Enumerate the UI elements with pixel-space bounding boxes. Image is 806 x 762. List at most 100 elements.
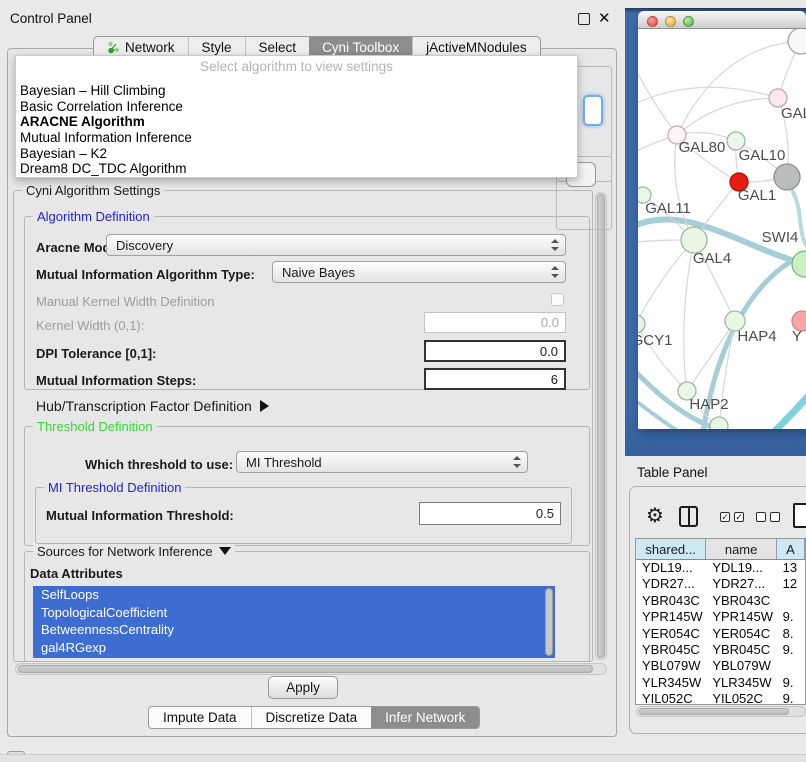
table-cell: 8.	[777, 626, 805, 642]
mi-threshold-value: 0.5	[536, 506, 554, 521]
mi-steps-label: Mutual Information Steps:	[36, 373, 196, 388]
table-row[interactable]: YER054CYER054C8.	[636, 626, 805, 642]
table-cell: YER054C	[706, 626, 776, 642]
table-row[interactable]: YBR043CYBR043C	[636, 593, 805, 609]
document-icon[interactable]	[793, 503, 806, 528]
node-table[interactable]: shared...nameA YDL19...YDL19...13YDR27..…	[635, 538, 806, 705]
table-row[interactable]: YBR045CYBR045C9.	[636, 642, 805, 658]
bottom-tab-discretize-data[interactable]: Discretize Data	[251, 707, 372, 728]
network-node-gcy1[interactable]	[638, 315, 645, 333]
table-cell: YPR145W	[636, 609, 706, 625]
algorithm-option-mutual-information-inference[interactable]: Mutual Information Inference	[18, 130, 575, 146]
checkbox-unchecked-icon[interactable]	[756, 512, 766, 522]
table-cell: YDR27...	[636, 576, 706, 592]
bottom-tab-infer-network[interactable]: Infer Network	[371, 707, 479, 728]
sources-group-title[interactable]: Sources for Network Inference	[33, 544, 235, 559]
apply-button[interactable]: Apply	[268, 676, 338, 699]
column-layout-icon[interactable]	[679, 506, 698, 527]
attributes-scrollbar[interactable]	[545, 588, 553, 656]
table-row[interactable]: YIL052CYIL052C9.	[636, 691, 805, 705]
node-label-hap4: HAP4	[737, 328, 776, 345]
table-header-row: shared...nameA	[636, 539, 805, 560]
table-cell: YBR045C	[636, 642, 706, 658]
table-row[interactable]: YDL19...YDL19...13	[636, 560, 805, 576]
table-cell: YIL052C	[706, 691, 776, 705]
algorithm-option-basic-correlation-inference[interactable]: Basic Correlation Inference	[18, 99, 575, 115]
node-label-gal10: GAL10	[739, 147, 786, 164]
mi-threshold-field[interactable]: 0.5	[419, 502, 561, 525]
mi-steps-field[interactable]: 6	[424, 368, 566, 390]
table-cell: YBL079W	[636, 658, 706, 674]
control-panel-title: Control Panel	[10, 11, 92, 26]
column-header-name[interactable]: name	[706, 539, 776, 559]
table-row[interactable]: YLR345WYLR345W9.	[636, 675, 805, 691]
which-threshold-value: MI Threshold	[246, 455, 322, 470]
manual-kernel-checkbox[interactable]	[551, 293, 564, 306]
which-threshold-select[interactable]: MI Threshold	[236, 451, 528, 473]
combo-arrows-icon	[550, 266, 559, 278]
attribute-item-betweennesscentrality[interactable]: BetweennessCentrality	[33, 621, 555, 639]
focused-spinner-fragment[interactable]	[583, 95, 603, 126]
attribute-item-selfloops[interactable]: SelfLoops	[33, 586, 555, 604]
node-label-hap2: HAP2	[689, 396, 728, 413]
aracne-mode-select[interactable]: Discovery	[106, 234, 566, 256]
table-cell: YBL079W	[706, 658, 776, 674]
close-icon[interactable]: ✕	[598, 9, 611, 27]
combo-arrows-icon	[550, 239, 559, 251]
dpi-tolerance-field[interactable]: 0.0	[424, 340, 566, 362]
node-label-gal: GAL	[781, 105, 806, 122]
table-cell: YDR27...	[706, 576, 776, 592]
table-row[interactable]: YPR145WYPR145W9.	[636, 609, 805, 625]
checkbox-checked-icon[interactable]: ✓	[720, 512, 730, 522]
dpi-tolerance-label: DPI Tolerance [0,1]:	[36, 346, 156, 361]
float-window-icon[interactable]	[578, 13, 590, 25]
table-horizontal-scrollbar[interactable]	[636, 706, 806, 717]
settings-horizontal-scrollbar[interactable]	[15, 663, 607, 675]
mi-type-value: Naive Bayes	[282, 265, 355, 280]
network-node-swi4[interactable]	[792, 251, 806, 277]
network-node[interactable]	[788, 29, 806, 54]
table-cell: YBR043C	[706, 593, 776, 609]
screenshot-root: Control Panel ✕ NetworkStyleSelectCyni T…	[0, 0, 806, 762]
network-canvas[interactable]: GALGAL80GAL10GAL1GAL11GAL4SWI4HAP4YGCY1H…	[638, 29, 806, 429]
mi-type-label: Mutual Information Algorithm Type:	[36, 267, 255, 282]
table-cell: 9.	[777, 642, 805, 658]
attribute-item-gal4rgexp[interactable]: gal4RGexp	[33, 639, 555, 657]
node-label-gal11: GAL11	[645, 200, 691, 217]
mac-zoom-icon[interactable]	[683, 16, 694, 27]
kernel-width-field[interactable]: 0.0	[424, 312, 566, 333]
algorithm-definition-title: Algorithm Definition	[33, 209, 154, 224]
network-window-titlebar[interactable]	[638, 11, 806, 29]
kernel-width-value: 0.0	[541, 315, 559, 330]
data-attributes-list[interactable]: SelfLoopsTopologicalCoefficientBetweenne…	[33, 586, 555, 658]
gear-icon[interactable]: ⚙	[646, 505, 664, 527]
algorithm-option-bayesian-k2[interactable]: Bayesian – K2	[18, 146, 575, 162]
tab-label: jActiveMNodules	[426, 40, 527, 55]
column-header-shared[interactable]: shared...	[636, 539, 706, 559]
table-row[interactable]: YDR27...YDR27...12	[636, 576, 805, 592]
algorithm-option-aracne-algorithm[interactable]: ARACNE Algorithm	[18, 114, 575, 130]
which-threshold-label: Which threshold to use:	[85, 457, 233, 472]
mac-minimize-icon[interactable]	[665, 16, 676, 27]
checkbox-checked-icon[interactable]: ✓	[734, 512, 744, 522]
tab-label: Cyni Toolbox	[322, 40, 399, 55]
table-cell: YDL19...	[636, 560, 706, 576]
hub-section-toggle[interactable]: Hub/Transcription Factor Definition	[36, 398, 269, 414]
mi-threshold-label: Mutual Information Threshold:	[46, 508, 234, 523]
algorithm-option-dream8-dc-tdc-algorithm[interactable]: Dream8 DC_TDC Algorithm	[18, 161, 575, 177]
network-window: GALGAL80GAL10GAL1GAL11GAL4SWI4HAP4YGCY1H…	[638, 11, 806, 429]
table-row[interactable]: YBL079WYBL079W	[636, 658, 805, 674]
network-node[interactable]	[774, 164, 800, 190]
mac-close-icon[interactable]	[647, 16, 658, 27]
apply-button-label: Apply	[286, 680, 320, 695]
checkbox-unchecked-icon[interactable]	[770, 512, 780, 522]
network-node[interactable]	[710, 417, 728, 429]
settings-vertical-scrollbar[interactable]	[595, 192, 607, 660]
mi-type-select[interactable]: Naive Bayes	[272, 261, 566, 283]
attribute-item-topologicalcoefficient[interactable]: TopologicalCoefficient	[33, 604, 555, 622]
mi-steps-value: 6	[551, 372, 558, 387]
node-label-gal80: GAL80	[679, 139, 726, 156]
column-header-a[interactable]: A	[777, 539, 805, 559]
algorithm-option-bayesian-hill-climbing[interactable]: Bayesian – Hill Climbing	[18, 83, 575, 99]
bottom-tab-impute-data[interactable]: Impute Data	[149, 707, 251, 728]
